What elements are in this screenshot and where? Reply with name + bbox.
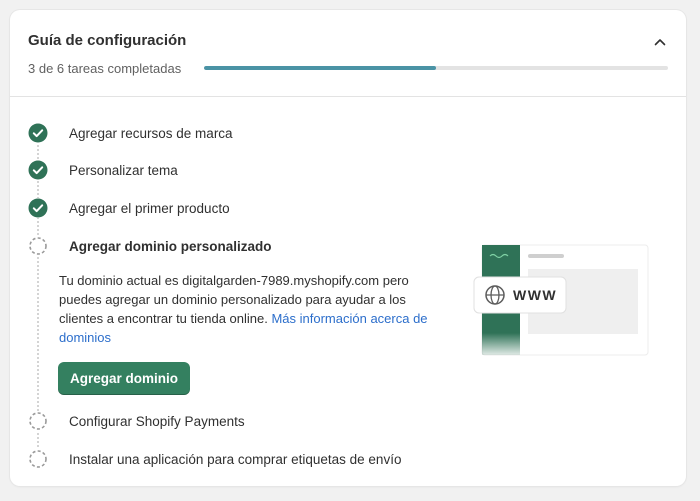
step-description: Tu dominio actual es digitalgarden-7989.…	[59, 271, 439, 347]
chevron-up-icon	[654, 39, 666, 46]
step-connector-line	[37, 133, 39, 455]
step-label: Configurar Shopify Payments	[69, 413, 245, 429]
domain-illustration: WWW	[472, 237, 652, 357]
check-circle-icon	[28, 123, 48, 143]
dashed-circle-icon	[28, 236, 48, 256]
step-label: Instalar una aplicación para comprar eti…	[69, 451, 402, 467]
progress-text: 3 de 6 tareas completadas	[28, 61, 182, 76]
step-label: Agregar dominio personalizado	[69, 238, 272, 254]
add-domain-button[interactable]: Agregar dominio	[58, 362, 190, 395]
check-circle-icon	[28, 160, 48, 180]
setup-guide-title: Guía de configuración	[28, 32, 187, 49]
step-instalar-aplicacion-etiquetas[interactable]: Instalar una aplicación para comprar eti…	[28, 448, 401, 470]
step-agregar-primer-producto[interactable]: Agregar el primer producto	[28, 197, 230, 219]
setup-guide-header: Guía de configuración 3 de 6 tareas comp…	[10, 10, 686, 97]
dashed-circle-icon	[28, 449, 48, 469]
step-agregar-dominio-personalizado[interactable]: Agregar dominio personalizado	[28, 235, 272, 257]
step-label: Personalizar tema	[69, 162, 178, 178]
step-list: Agregar recursos de marca Personalizar t…	[10, 97, 686, 486]
www-label: WWW	[513, 287, 557, 303]
setup-guide-card: Guía de configuración 3 de 6 tareas comp…	[10, 10, 686, 486]
progress-bar-fill	[204, 66, 436, 70]
progress-bar	[204, 66, 668, 70]
step-label: Agregar recursos de marca	[69, 125, 233, 141]
step-agregar-recursos-de-marca[interactable]: Agregar recursos de marca	[28, 122, 233, 144]
collapse-button[interactable]	[650, 32, 670, 52]
step-configurar-shopify-payments[interactable]: Configurar Shopify Payments	[28, 410, 245, 432]
step-label: Agregar el primer producto	[69, 200, 230, 216]
dashed-circle-icon	[28, 411, 48, 431]
check-circle-icon	[28, 198, 48, 218]
step-personalizar-tema[interactable]: Personalizar tema	[28, 159, 178, 181]
